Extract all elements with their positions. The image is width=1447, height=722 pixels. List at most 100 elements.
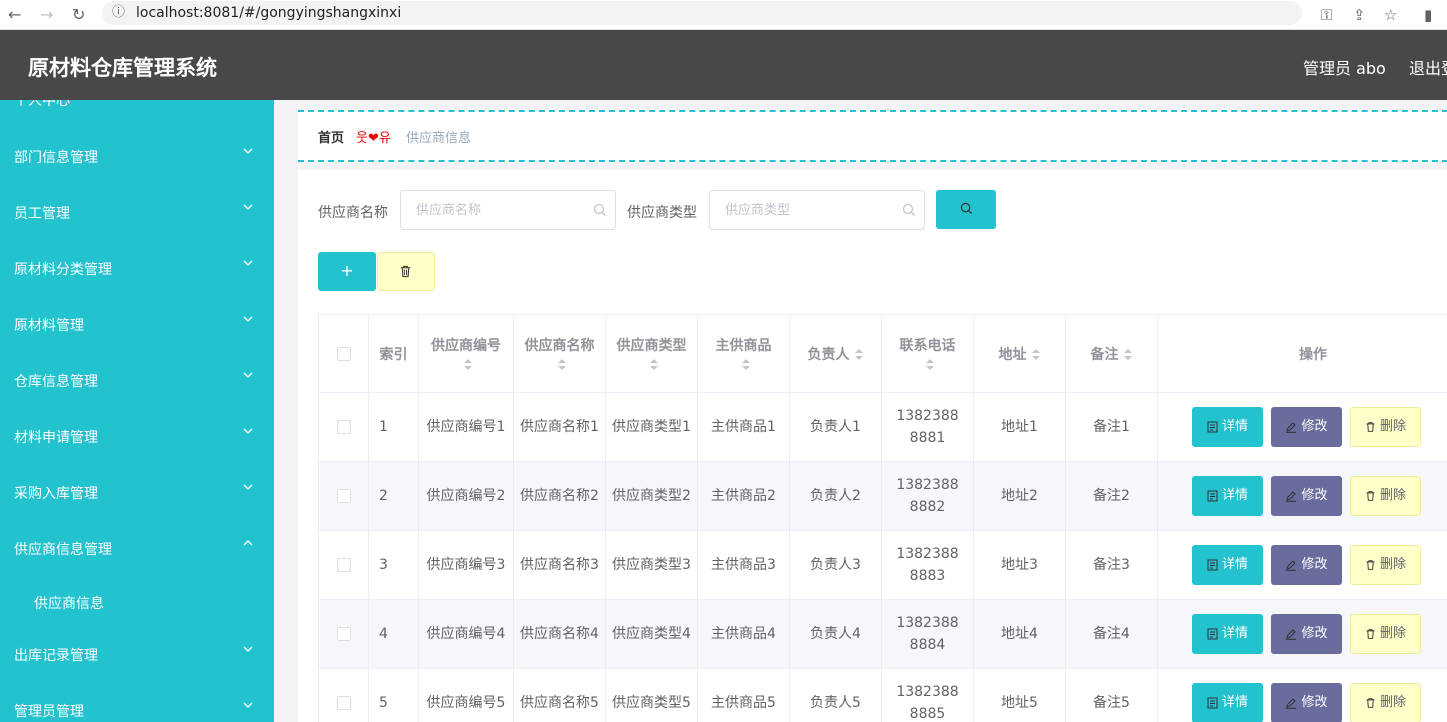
edit-label: 修改 xyxy=(1301,695,1328,710)
cell-note: 备注1 xyxy=(1065,392,1158,462)
col-note[interactable]: 备注 xyxy=(1065,314,1158,393)
sidebar-item[interactable]: 部门信息管理 xyxy=(0,128,274,184)
delete-button[interactable]: 删除 xyxy=(1350,407,1421,447)
share-icon[interactable]: ⇪ xyxy=(1353,3,1366,27)
cell-code: 供应商编号5 xyxy=(418,668,514,722)
sidebar-item[interactable]: 出库记录管理 xyxy=(0,626,274,682)
sidebar-item[interactable]: 员工管理 xyxy=(0,184,274,240)
supplier-type-input[interactable] xyxy=(710,191,905,229)
sidebar-item[interactable]: 材料申请管理 xyxy=(0,408,274,464)
cell-phone: 13823888882 xyxy=(881,461,974,531)
edit-button[interactable]: 修改 xyxy=(1271,407,1342,447)
cell-type: 供应商类型1 xyxy=(605,392,698,462)
delete-label: 删除 xyxy=(1379,488,1406,503)
chevron-down-icon xyxy=(243,428,253,434)
row-checkbox[interactable] xyxy=(336,558,351,572)
sort-icon[interactable] xyxy=(463,358,473,371)
sidebar-item-profile[interactable]: 个人中心 xyxy=(14,100,70,110)
sidepanel-icon[interactable]: ▮ xyxy=(1424,3,1432,27)
key-icon[interactable]: ⚿ xyxy=(1321,3,1332,27)
sidebar-item[interactable]: 采购入库管理 xyxy=(0,464,274,520)
row-checkbox[interactable] xyxy=(336,696,351,710)
edit-button[interactable]: 修改 xyxy=(1271,476,1342,516)
sort-icon[interactable] xyxy=(557,358,567,371)
address-bar[interactable]: ⓘ localhost:8081/#/gongyingshangxinxi xyxy=(102,1,1302,25)
supplier-type-field[interactable] xyxy=(709,190,925,230)
cell-person: 负责人4 xyxy=(789,599,882,669)
sort-icon[interactable] xyxy=(649,358,659,371)
sidebar-item[interactable]: 原材料分类管理 xyxy=(0,240,274,296)
site-info-icon[interactable]: ⓘ xyxy=(112,1,125,25)
col-goods[interactable]: 主供商品 xyxy=(697,314,790,393)
sidebar-item-label: 原材料分类管理 xyxy=(14,262,112,278)
row-checkbox[interactable] xyxy=(336,489,351,503)
row-checkbox[interactable] xyxy=(336,627,351,641)
bookmark-star-icon[interactable]: ☆ xyxy=(1384,3,1397,27)
sort-icon[interactable] xyxy=(741,358,751,371)
row-checkbox[interactable] xyxy=(336,420,351,434)
detail-button[interactable]: 详情 xyxy=(1192,614,1263,654)
delete-button[interactable]: 删除 xyxy=(1350,683,1421,722)
app-title: 原材料仓库管理系统 xyxy=(28,56,217,80)
search-icon xyxy=(593,203,606,216)
edit-button[interactable]: 修改 xyxy=(1271,683,1342,722)
table-row[interactable]: 5 供应商编号5 供应商名称5 供应商类型5 主供商品5 负责人5 13823888885 地… xyxy=(318,668,1447,722)
logout-link[interactable]: 退出登录 xyxy=(1409,55,1447,79)
cell-index: 5 xyxy=(368,668,419,722)
sidebar-item[interactable]: 管理员管理 xyxy=(0,682,274,722)
reload-icon[interactable]: ↻ xyxy=(72,3,85,27)
chevron-down-icon xyxy=(243,260,253,266)
detail-button[interactable]: 详情 xyxy=(1192,407,1263,447)
row-actions: 详情 修改 删除 xyxy=(1159,532,1447,599)
col-code-label: 供应商编号 xyxy=(431,337,501,354)
supplier-name-input[interactable] xyxy=(401,191,596,229)
sort-icon[interactable] xyxy=(925,358,935,371)
select-all-checkbox[interactable] xyxy=(336,346,351,361)
breadcrumb-home[interactable]: 首页 xyxy=(318,127,344,146)
col-code[interactable]: 供应商编号 xyxy=(418,314,514,393)
col-name[interactable]: 供应商名称 xyxy=(513,314,606,393)
col-type[interactable]: 供应商类型 xyxy=(605,314,698,393)
delete-button[interactable]: 删除 xyxy=(1350,614,1421,654)
sort-icon[interactable] xyxy=(854,348,864,361)
col-addr[interactable]: 地址 xyxy=(973,314,1066,393)
cell-person: 负责人1 xyxy=(789,392,882,462)
supplier-table: 索引 供应商编号 供应商名称 供应商类型 主供商品 负责人 联系电话 地址 备注… xyxy=(318,314,1447,722)
document-icon xyxy=(1207,421,1218,433)
batch-delete-button[interactable] xyxy=(377,252,435,291)
sort-icon[interactable] xyxy=(1123,348,1133,361)
sort-icon[interactable] xyxy=(1031,348,1041,361)
detail-button[interactable]: 详情 xyxy=(1192,683,1263,722)
cell-phone: 13823888884 xyxy=(881,599,974,669)
cell-phone: 13823888883 xyxy=(881,530,974,600)
edit-button[interactable]: 修改 xyxy=(1271,614,1342,654)
col-phone-label: 联系电话 xyxy=(899,337,956,354)
supplier-name-field[interactable] xyxy=(400,190,616,230)
sidebar-item-label: 供应商信息管理 xyxy=(14,542,112,558)
table-row[interactable]: 3 供应商编号3 供应商名称3 供应商类型3 主供商品3 负责人3 13823888883 地… xyxy=(318,530,1447,600)
detail-label: 详情 xyxy=(1221,488,1248,503)
sidebar-item[interactable]: 原材料管理 xyxy=(0,296,274,352)
sidebar-subitem-supplier-info[interactable]: 供应商信息 xyxy=(0,576,274,628)
detail-button[interactable]: 详情 xyxy=(1192,476,1263,516)
delete-button[interactable]: 删除 xyxy=(1350,476,1421,516)
edit-icon xyxy=(1286,491,1297,502)
col-phone[interactable]: 联系电话 xyxy=(881,314,974,393)
sidebar-item[interactable]: 供应商信息管理 xyxy=(0,520,274,576)
chevron-down-icon xyxy=(243,204,253,210)
cell-code: 供应商编号3 xyxy=(418,530,514,600)
table-row[interactable]: 1 供应商编号1 供应商名称1 供应商类型1 主供商品1 负责人1 13823888881 地… xyxy=(318,392,1447,462)
edit-button[interactable]: 修改 xyxy=(1271,545,1342,585)
col-person[interactable]: 负责人 xyxy=(789,314,882,393)
back-icon[interactable]: ← xyxy=(8,3,21,27)
delete-button[interactable]: 删除 xyxy=(1350,545,1421,585)
col-ops: 操作 xyxy=(1157,314,1447,393)
col-addr-label: 地址 xyxy=(998,346,1027,363)
table-row[interactable]: 4 供应商编号4 供应商名称4 供应商类型4 主供商品4 负责人4 13823888884 地… xyxy=(318,599,1447,669)
search-button[interactable] xyxy=(936,190,996,229)
detail-button[interactable]: 详情 xyxy=(1192,545,1263,585)
forward-icon[interactable]: → xyxy=(40,3,53,27)
sidebar-item[interactable]: 仓库信息管理 xyxy=(0,352,274,408)
add-button[interactable]: + xyxy=(318,252,376,291)
table-row[interactable]: 2 供应商编号2 供应商名称2 供应商类型2 主供商品2 负责人2 13823888882 地… xyxy=(318,461,1447,531)
